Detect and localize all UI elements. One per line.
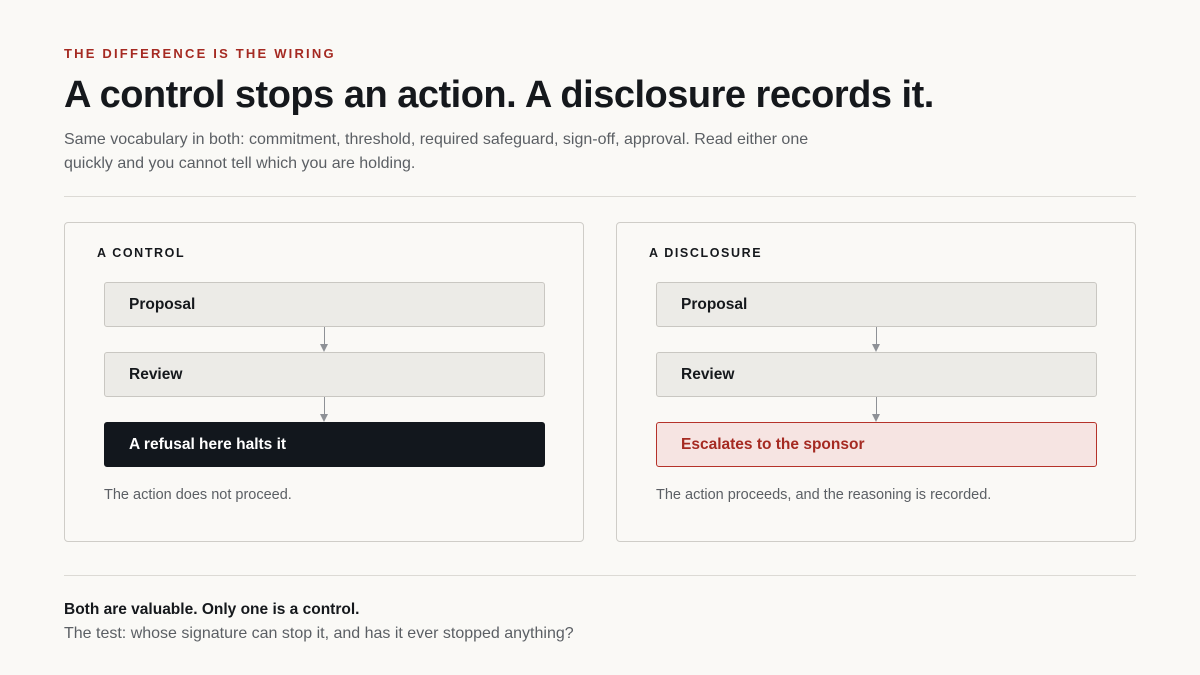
disclosure-step-proposal: Proposal xyxy=(656,282,1097,327)
test-question: The test: whose signature can stop it, a… xyxy=(64,625,574,642)
control-step-halt-label: A refusal here halts it xyxy=(129,435,287,453)
control-arrow-2 xyxy=(320,397,328,422)
page-title: A control stops an action. A disclosure … xyxy=(64,74,934,116)
arrow-line xyxy=(324,327,325,345)
slide: THE DIFFERENCE IS THE WIRING A control s… xyxy=(0,0,1200,675)
eyebrow-label: THE DIFFERENCE IS THE WIRING xyxy=(64,46,336,61)
disclosure-step-proposal-label: Proposal xyxy=(681,295,748,313)
disclosure-outcome: The action proceeds, and the reasoning i… xyxy=(656,487,992,503)
arrow-down-icon xyxy=(320,414,328,422)
control-step-review: Review xyxy=(104,352,545,397)
arrow-line xyxy=(876,327,877,345)
arrow-line xyxy=(324,397,325,415)
arrow-down-icon xyxy=(872,344,880,352)
page-subtitle: Same vocabulary in both: commitment, thr… xyxy=(64,131,809,172)
disclosure-panel-label: A DISCLOSURE xyxy=(649,246,763,260)
control-panel: A CONTROL Proposal Review A refusal here… xyxy=(64,222,584,542)
arrow-down-icon xyxy=(872,414,880,422)
control-step-proposal-label: Proposal xyxy=(129,295,196,313)
arrow-down-icon xyxy=(320,344,328,352)
control-step-review-label: Review xyxy=(129,365,183,383)
control-step-halt: A refusal here halts it xyxy=(104,422,545,467)
disclosure-arrow-1 xyxy=(872,327,880,352)
control-panel-label: A CONTROL xyxy=(97,246,186,260)
disclosure-step-escalate-label: Escalates to the sponsor xyxy=(681,435,865,453)
disclosure-step-review: Review xyxy=(656,352,1097,397)
control-arrow-1 xyxy=(320,327,328,352)
control-step-proposal: Proposal xyxy=(104,282,545,327)
arrow-line xyxy=(876,397,877,415)
conclusion-text: Both are valuable. Only one is a control… xyxy=(64,601,360,618)
top-divider xyxy=(64,196,1136,197)
bottom-divider xyxy=(64,575,1136,576)
disclosure-step-review-label: Review xyxy=(681,365,735,383)
disclosure-step-escalate: Escalates to the sponsor xyxy=(656,422,1097,467)
disclosure-arrow-2 xyxy=(872,397,880,422)
control-outcome: The action does not proceed. xyxy=(104,487,292,503)
disclosure-panel: A DISCLOSURE Proposal Review Escalates t… xyxy=(616,222,1136,542)
